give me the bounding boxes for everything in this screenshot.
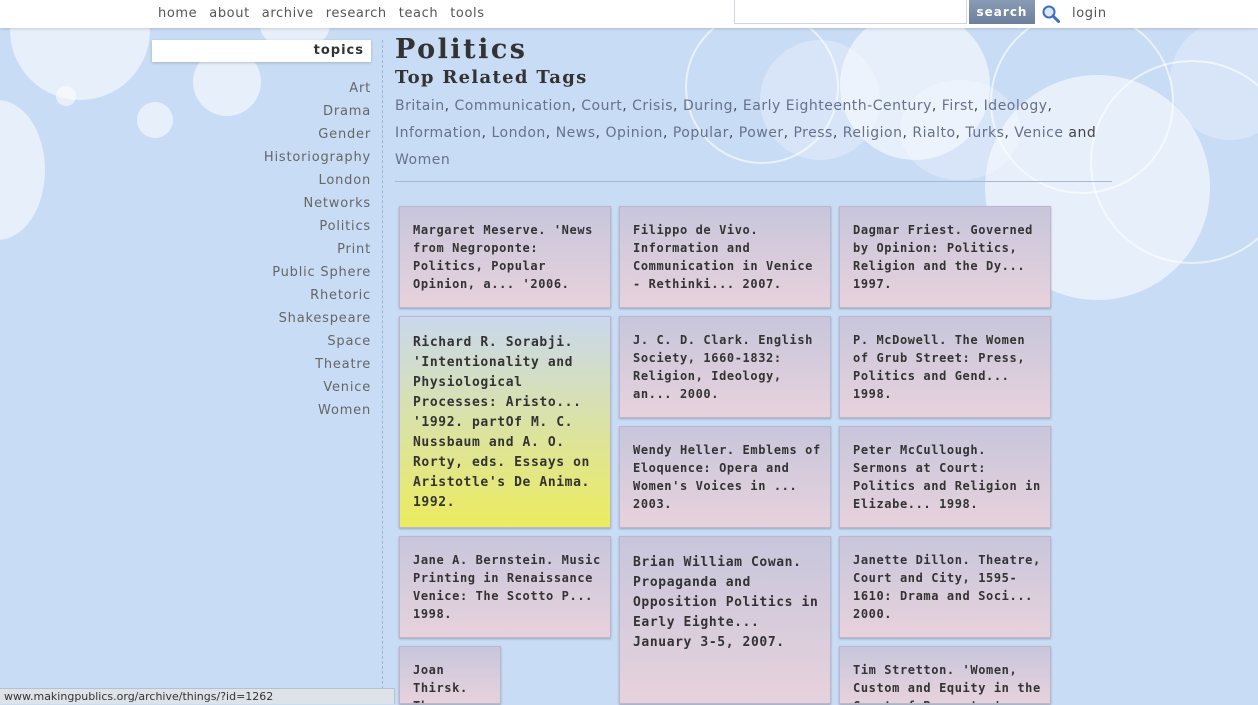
reference-card[interactable]: Jane A. Bernstein. Music Printing in Ren… [399,536,611,638]
nav-about[interactable]: about [209,6,250,21]
tag-separator: , [931,98,942,114]
related-tag-link[interactable]: Britain [395,98,445,114]
tag-separator: , [662,125,673,141]
topic-link[interactable]: Rhetoric [152,287,371,310]
tag-separator: , [673,98,683,114]
related-tag-link[interactable]: Press [793,125,832,141]
topic-link[interactable]: Women [152,402,371,425]
tag-separator: , [1004,125,1015,141]
tag-separator: , [955,125,966,141]
reference-card[interactable]: Dagmar Friest. Governed by Opinion: Poli… [839,206,1051,308]
topic-link[interactable]: Theatre [152,356,371,379]
related-tag-link[interactable]: Opinion [605,125,663,141]
reference-card[interactable]: Brian William Cowan. Propaganda and Oppo… [619,536,831,704]
tag-separator: , [733,98,743,114]
tag-separator: , [832,125,843,141]
related-tag-link[interactable]: During [683,98,733,114]
nav-tools[interactable]: tools [450,6,484,21]
topic-link[interactable]: Public Sphere [152,264,371,287]
reference-card[interactable]: Filippo de Vivo. Information and Communi… [619,206,831,308]
related-tag-link[interactable]: Venice [1014,125,1063,141]
magnifier-icon[interactable] [1041,4,1061,24]
nav-research[interactable]: research [326,6,387,21]
topic-link[interactable]: Drama [152,103,371,126]
related-tag-link[interactable]: First [942,98,974,114]
reference-card[interactable]: Wendy Heller. Emblems of Eloquence: Oper… [619,426,831,528]
top-navigation-bar: home about archive research teach tools searc… [0,0,1258,28]
sidebar-divider [382,40,383,704]
tag-separator: , [595,125,606,141]
reference-card[interactable]: J. C. D. Clark. English Society, 1660-18… [619,316,831,418]
tag-separator: , [444,98,455,114]
topic-link[interactable]: London [152,172,371,195]
reference-card[interactable]: P. McDowell. The Women of Grub Street: P… [839,316,1051,418]
reference-card[interactable]: Tim Stretton. 'Women, Custom and Equity … [839,646,1051,704]
reference-card[interactable]: Janette Dillon. Theatre, Court and City,… [839,536,1051,638]
reference-card[interactable]: Margaret Meserve. 'News from Negroponte:… [399,206,611,308]
topic-link[interactable]: Shakespeare [152,310,371,333]
tag-separator: , [783,125,794,141]
decor-bubble [56,86,76,106]
related-tag-link[interactable]: Women [395,152,450,168]
decor-bubble [0,100,45,240]
nav-teach[interactable]: teach [399,6,438,21]
related-tag-link[interactable]: News [556,125,596,141]
search-input[interactable] [734,0,967,24]
related-tag-link[interactable]: Ideology [984,98,1048,114]
tag-separator: , [571,98,582,114]
topic-link[interactable]: Space [152,333,371,356]
related-tag-link[interactable]: Information [395,125,482,141]
login-link[interactable]: login [1072,6,1107,21]
tag-separator: , [1047,98,1053,114]
nav-home[interactable]: home [158,6,197,21]
related-tag-link[interactable]: Crisis [632,98,673,114]
tag-separator: , [622,98,633,114]
topic-link[interactable]: Art [152,80,371,103]
related-tag-link[interactable]: Rialto [912,125,955,141]
tag-separator: , [728,125,739,141]
reference-card[interactable]: Joan Thirsk. The [399,646,501,704]
tag-separator: , [481,125,492,141]
topic-link[interactable]: Networks [152,195,371,218]
topic-link[interactable]: Print [152,241,371,264]
reference-card-highlighted[interactable]: Richard R. Sorabji. 'Intentionality and … [399,316,611,528]
related-tag-link[interactable]: Turks [965,125,1004,141]
topics-list: Art Drama Gender Historiography London N… [152,80,371,425]
related-tag-link[interactable]: Communication [455,98,572,114]
tag-conjunction: and [1063,125,1097,141]
search-button[interactable]: search [969,0,1035,24]
related-tag-link[interactable]: Early Eighteenth-Century [743,98,932,114]
topic-link[interactable]: Historiography [152,149,371,172]
tag-separator: , [545,125,556,141]
topic-link[interactable]: Politics [152,218,371,241]
tag-separator: , [973,98,984,114]
reference-card[interactable]: Peter McCullough. Sermons at Court: Poli… [839,426,1051,528]
topics-heading: topics [152,40,371,62]
browser-status-bar: www.makingpublics.org/archive/things/?id… [0,688,395,704]
tag-separator: , [902,125,913,141]
related-tag-link[interactable]: London [491,125,545,141]
related-tag-link[interactable]: Court [581,98,622,114]
page-title: Politics [395,34,528,65]
related-tag-link[interactable]: Power [739,125,784,141]
related-tag-link[interactable]: Religion [843,125,903,141]
nav-archive[interactable]: archive [262,6,314,21]
topic-link[interactable]: Venice [152,379,371,402]
main-nav: home about archive research teach tools [158,6,497,21]
related-tag-link[interactable]: Popular [673,125,729,141]
section-divider [395,181,1112,182]
related-tags-heading: Top Related Tags [395,67,588,88]
related-tags-list: Britain, Communication, Court, Crisis, D… [395,93,1115,174]
topic-link[interactable]: Gender [152,126,371,149]
